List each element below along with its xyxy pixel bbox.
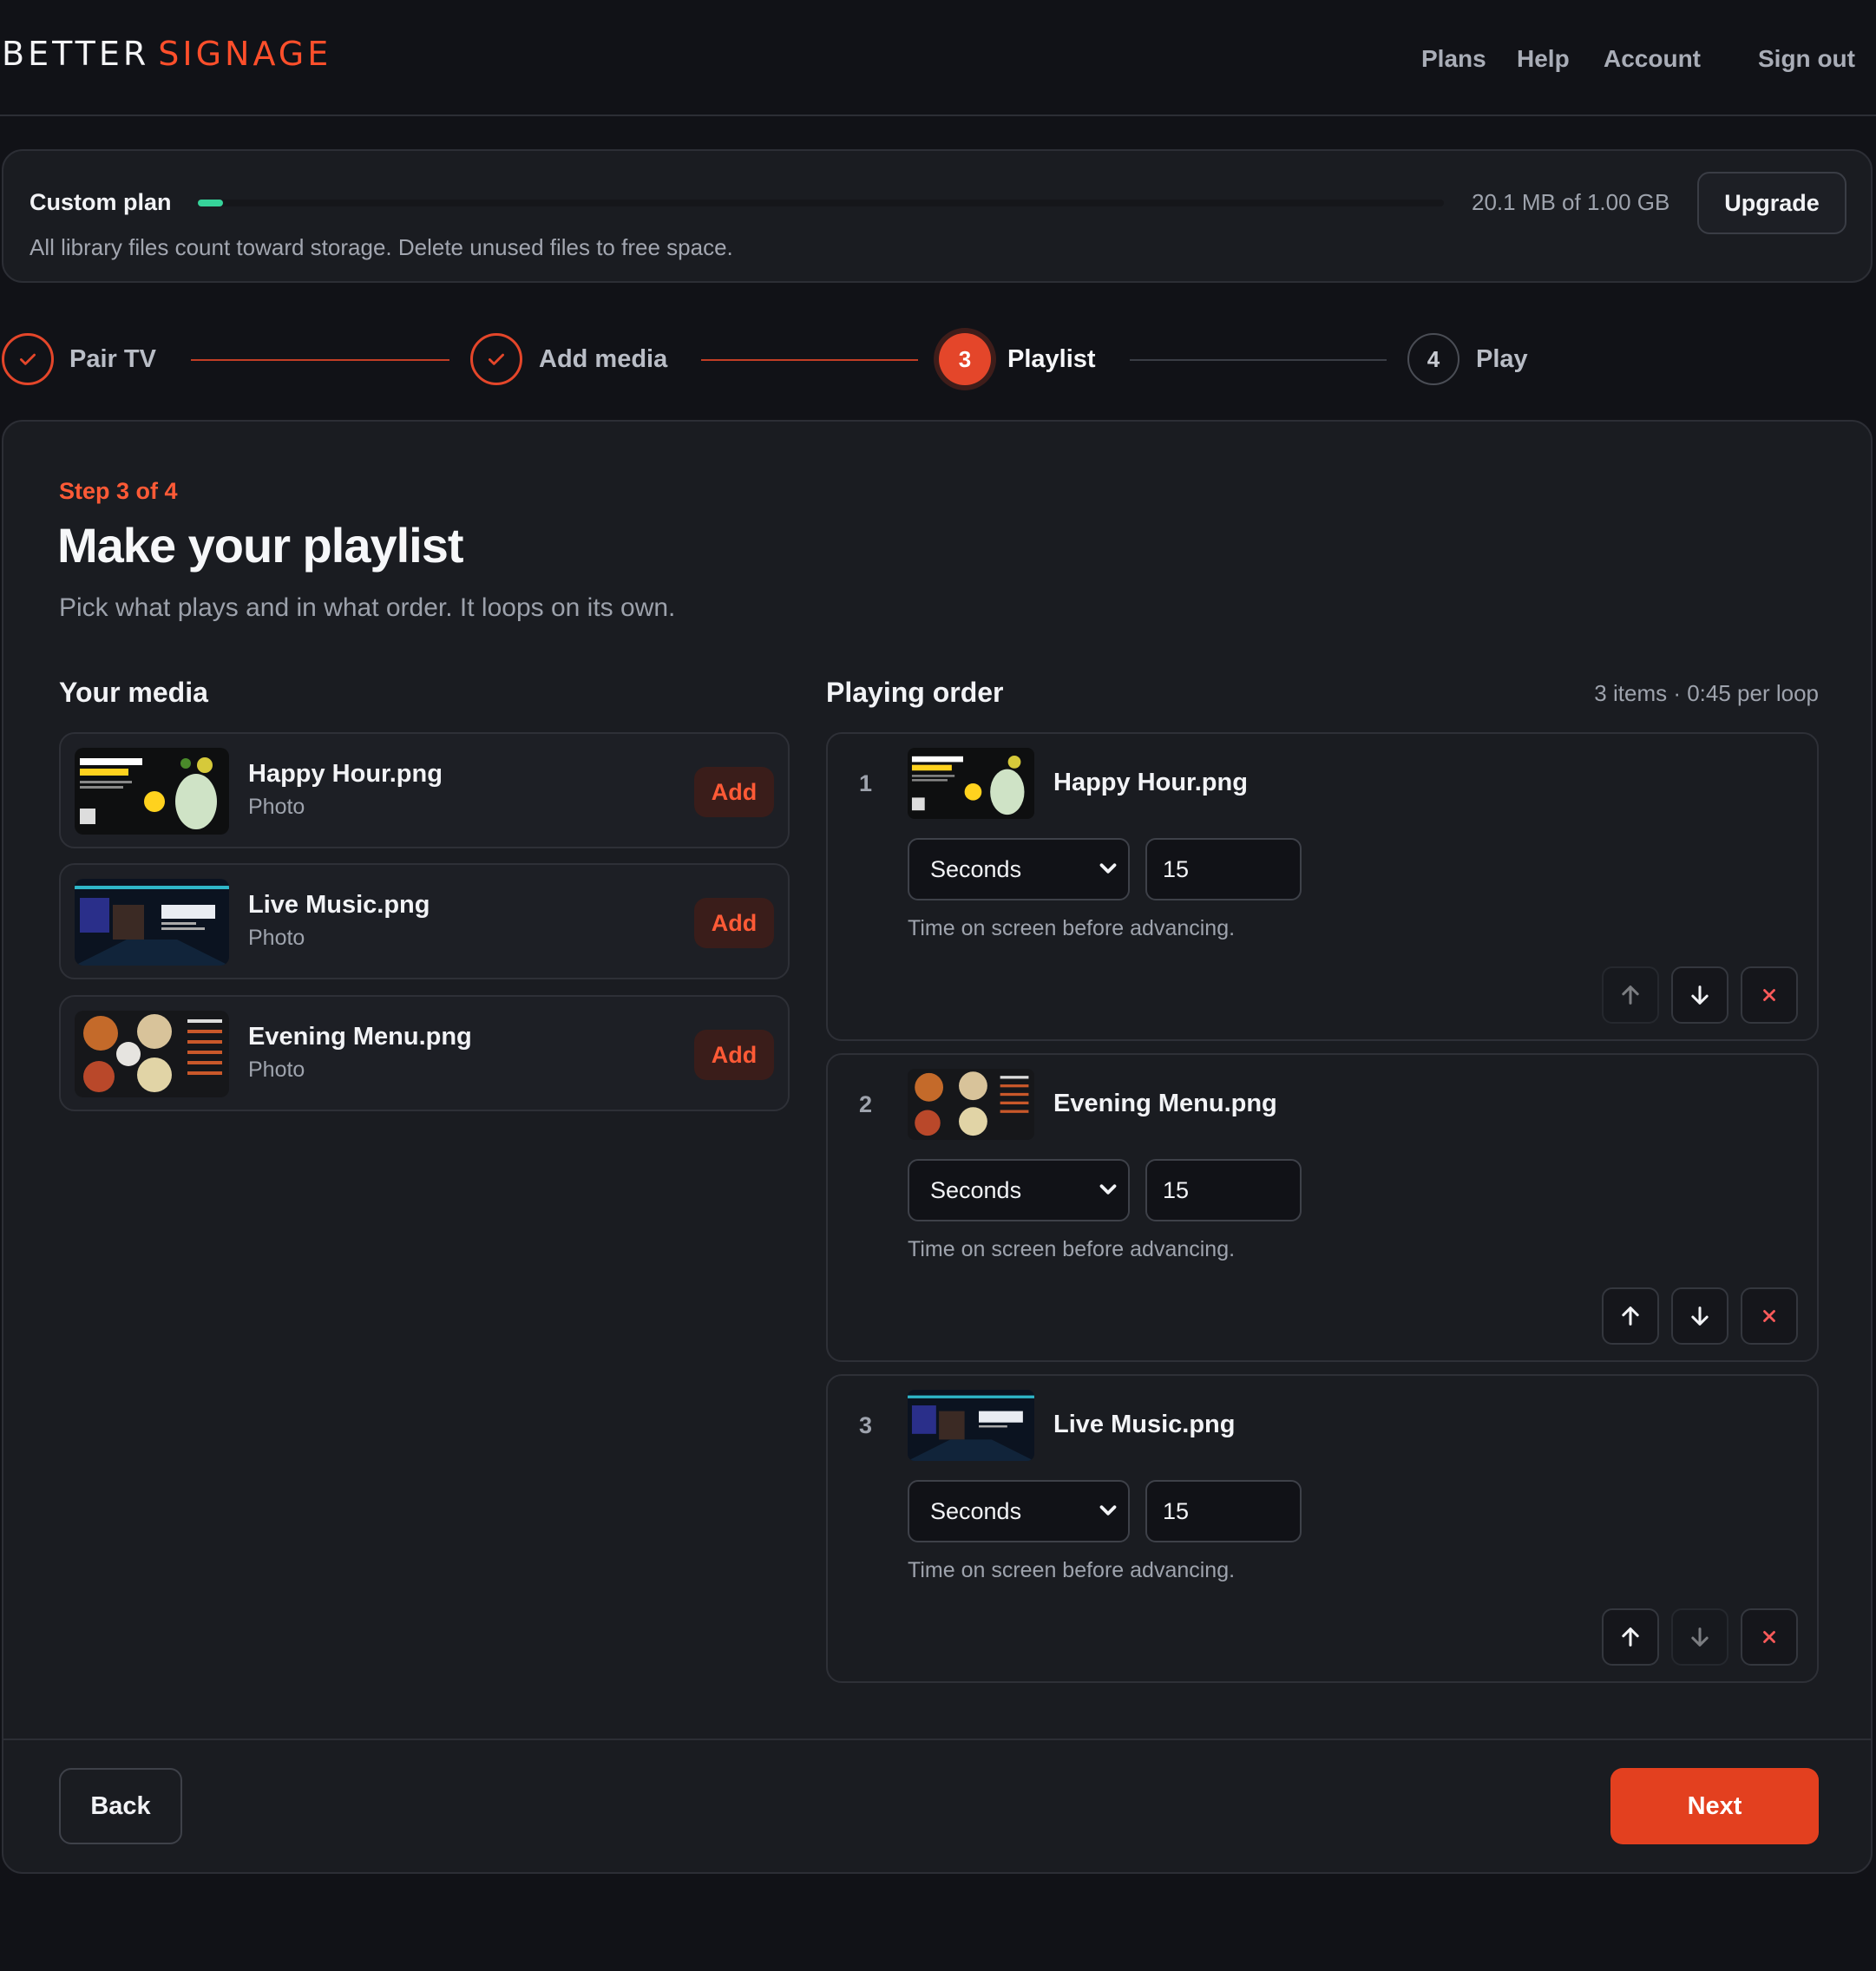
media-item-name: Live Music.png [248, 891, 430, 919]
page-subtitle: Pick what plays and in what order. It lo… [59, 593, 676, 622]
top-header: BETTER SIGNAGE Plans Help Account Sign ou… [0, 0, 1876, 116]
media-item-name: Evening Menu.png [248, 1023, 472, 1051]
duration-unit-select[interactable]: Seconds [908, 1480, 1130, 1542]
step-3-label: Playlist [1007, 345, 1096, 373]
duration-unit-select[interactable]: Seconds [908, 838, 1130, 900]
storage-usage-bar [198, 200, 1444, 206]
close-icon [1763, 989, 1775, 1001]
playlist-item: 2 Evening Menu.png Seconds 15 Time on sc… [826, 1053, 1819, 1362]
media-item-name: Happy Hour.png [248, 760, 443, 788]
move-up-button[interactable] [1602, 1608, 1659, 1666]
arrow-up-icon [1622, 1306, 1639, 1326]
nav-help-link[interactable]: Help [1517, 45, 1570, 73]
brand-logo[interactable]: BETTER SIGNAGE [2, 35, 331, 73]
chevron-down-icon [1099, 1505, 1117, 1516]
nav-account-link[interactable]: Account [1604, 45, 1701, 73]
playlist-item-index: 2 [859, 1091, 873, 1117]
arrow-down-icon [1691, 1306, 1709, 1326]
add-live-music-button[interactable]: Add [694, 898, 774, 948]
close-icon [1763, 1310, 1775, 1322]
step-eyebrow: Step 3 of 4 [59, 478, 178, 504]
remove-item-button[interactable] [1741, 1287, 1798, 1345]
media-item: Evening Menu.png Photo Add [59, 995, 790, 1111]
step-2-label: Add media [539, 345, 668, 373]
plan-name: Custom plan [30, 189, 172, 215]
back-button[interactable]: Back [59, 1768, 182, 1844]
media-item-type: Photo [248, 926, 305, 950]
duration-input[interactable]: 15 [1145, 838, 1302, 900]
step-4-label: Play [1476, 345, 1528, 373]
step-2-check-icon [470, 333, 522, 385]
playlist-item: 3 Live Music.png Seconds 15 Time on scre… [826, 1374, 1819, 1683]
duration-unit-value: Seconds [930, 1497, 1022, 1524]
media-item-type: Photo [248, 1058, 305, 1082]
playlist-item-index: 1 [859, 770, 873, 796]
duration-unit-value: Seconds [930, 1176, 1022, 1203]
duration-help-text: Time on screen before advancing. [908, 1558, 1236, 1582]
step-connector-2 [701, 359, 918, 361]
duration-input[interactable]: 15 [1145, 1480, 1302, 1542]
add-evening-menu-button[interactable]: Add [694, 1030, 774, 1080]
step-4-indicator: 4 [1407, 333, 1459, 385]
playing-order-heading: Playing order [826, 677, 1004, 708]
happy-hour-thumbnail [908, 748, 1034, 819]
happy-hour-thumbnail [75, 748, 229, 835]
playlist-item-name: Live Music.png [1053, 1411, 1236, 1438]
step-1-label: Pair TV [69, 345, 156, 373]
move-down-button[interactable] [1671, 966, 1728, 1024]
logo-text-right: SIGNAGE [158, 35, 332, 73]
move-up-button[interactable] [1602, 966, 1659, 1024]
storage-usage-fill [198, 200, 223, 206]
playlist-item: 1 Happy Hour.png Seconds 15 Time on scre… [826, 732, 1819, 1041]
evening-menu-thumbnail [908, 1069, 1034, 1140]
media-item-type: Photo [248, 795, 305, 819]
page-title: Make your playlist [57, 518, 464, 573]
media-item: Happy Hour.png Photo Add [59, 732, 790, 848]
remove-item-button[interactable] [1741, 1608, 1798, 1666]
step-connector-1 [191, 359, 449, 361]
storage-note: All library files count toward storage. … [30, 234, 733, 260]
arrow-down-icon [1691, 986, 1709, 1005]
nav-plans-link[interactable]: Plans [1421, 45, 1486, 73]
nav-sign-out-link[interactable]: Sign out [1758, 45, 1855, 73]
add-happy-hour-button[interactable]: Add [694, 767, 774, 817]
next-button[interactable]: Next [1610, 1768, 1819, 1844]
storage-plan-card [2, 149, 1873, 283]
duration-input[interactable]: 15 [1145, 1159, 1302, 1221]
close-icon [1763, 1631, 1775, 1643]
logo-text-left: BETTER [2, 35, 150, 73]
playlist-item-index: 3 [859, 1412, 873, 1438]
live-music-thumbnail [75, 879, 229, 966]
chevron-down-icon [1099, 1184, 1117, 1195]
playlist-item-name: Evening Menu.png [1053, 1090, 1277, 1117]
duration-help-text: Time on screen before advancing. [908, 916, 1236, 940]
evening-menu-thumbnail [75, 1011, 229, 1097]
step-3-indicator: 3 [939, 333, 991, 385]
your-media-heading: Your media [59, 677, 208, 708]
upgrade-button[interactable]: Upgrade [1697, 172, 1846, 234]
playlist-item-name: Happy Hour.png [1053, 769, 1248, 796]
move-down-button[interactable] [1671, 1287, 1728, 1345]
duration-unit-value: Seconds [930, 855, 1022, 882]
arrow-up-icon [1622, 1627, 1639, 1647]
step-connector-3 [1130, 359, 1387, 361]
check-icon [489, 353, 504, 365]
live-music-thumbnail [908, 1390, 1034, 1461]
arrow-up-icon [1622, 986, 1639, 1005]
check-icon [20, 353, 36, 365]
footer-divider [2, 1739, 1873, 1740]
remove-item-button[interactable] [1741, 966, 1798, 1024]
media-item: Live Music.png Photo Add [59, 863, 790, 979]
move-up-button[interactable] [1602, 1287, 1659, 1345]
storage-usage-text: 20.1 MB of 1.00 GB [1472, 189, 1670, 215]
step-1-check-icon [2, 333, 54, 385]
arrow-down-icon [1691, 1627, 1709, 1647]
duration-unit-select[interactable]: Seconds [908, 1159, 1130, 1221]
move-down-button[interactable] [1671, 1608, 1728, 1666]
duration-help-text: Time on screen before advancing. [908, 1237, 1236, 1261]
chevron-down-icon [1099, 863, 1117, 874]
playlist-summary: 3 items · 0:45 per loop [1594, 680, 1819, 706]
